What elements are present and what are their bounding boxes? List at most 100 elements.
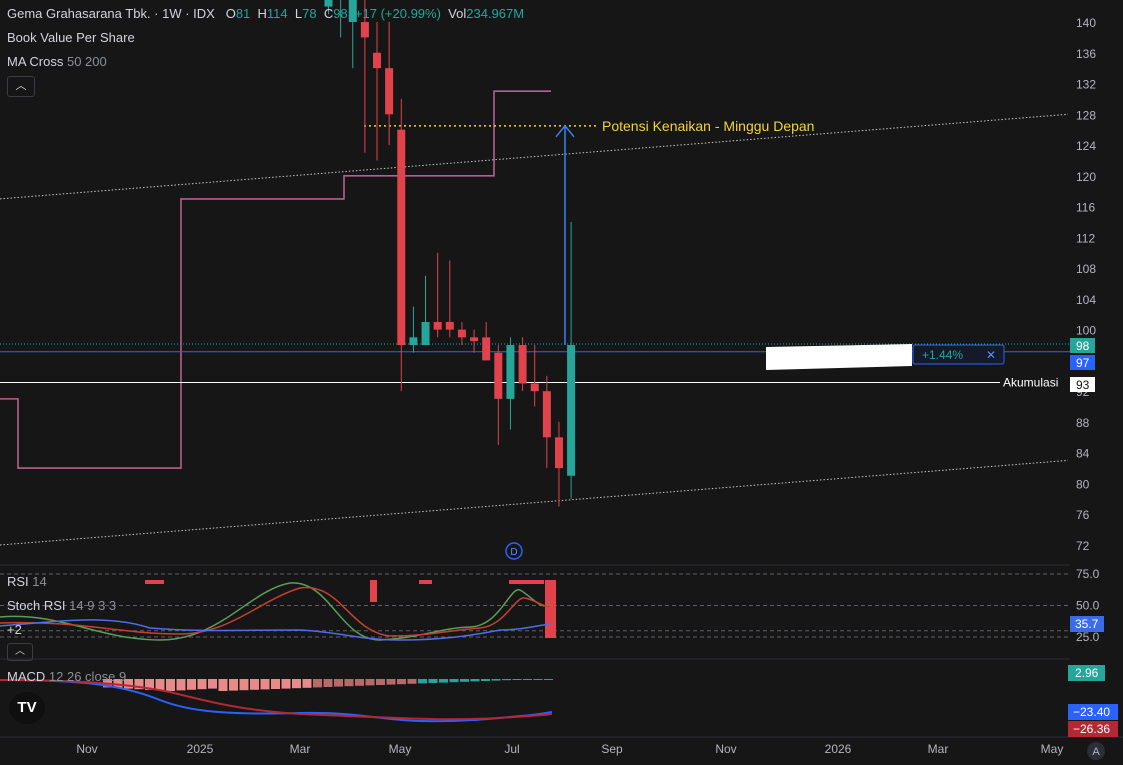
candle-body — [530, 383, 539, 392]
indicator-stoch-rsi[interactable]: Stoch RSI 14 9 3 3 — [7, 598, 116, 613]
macd-hist-bar — [376, 679, 385, 685]
time-tick-label: May — [1041, 742, 1064, 756]
rsi-bar — [150, 580, 157, 584]
signal-badge: −26.36 — [1073, 722, 1110, 736]
macd-hist-bar — [365, 679, 375, 686]
time-tick-label: Jul — [504, 742, 519, 756]
candle-body — [567, 345, 576, 476]
indicator-macd[interactable]: MACD 12 26 close 9 — [7, 669, 126, 684]
close-label: C — [323, 6, 334, 21]
stoch-params: 14 9 3 3 — [69, 598, 117, 613]
candle-body — [518, 345, 527, 384]
collapse-legend-button[interactable]: ︿ — [7, 76, 35, 97]
macd-hist-bar — [302, 679, 312, 688]
macd-hist-bar — [229, 679, 238, 691]
macd-hist-bar — [470, 679, 480, 682]
macd-hist-bar — [239, 679, 249, 691]
candle-body — [470, 337, 479, 342]
rsi-bar — [370, 580, 377, 602]
macd-hist-bar — [334, 679, 343, 687]
vol-label: Vol — [448, 6, 467, 21]
measure-close-icon: ✕ — [986, 348, 996, 362]
macd-hist-bar — [502, 679, 511, 681]
macd-hist-bar — [418, 679, 427, 684]
osc-tick-label: 50.0 — [1076, 599, 1100, 613]
rsi-bar — [530, 580, 537, 584]
rsi-params: 14 — [32, 574, 47, 589]
indicator-ma-cross[interactable]: MA Cross 50 200 — [7, 54, 107, 69]
macd-hist-bar — [407, 679, 417, 684]
macd-hist-bar — [197, 679, 207, 690]
time-tick-label: Nov — [715, 742, 736, 756]
close-value: 98 — [333, 6, 348, 21]
macd-hist-bar — [344, 679, 354, 687]
time-tick-label: Sep — [601, 742, 623, 756]
open-label: O — [225, 6, 236, 21]
macd-hist-badge: 2.96 — [1075, 666, 1099, 680]
macd-hist-bar — [428, 679, 438, 683]
akumulasi-price-badge: 93 — [1076, 378, 1090, 392]
low-value: 78 — [302, 6, 317, 21]
high-value: 114 — [266, 6, 288, 21]
osc-tick-label: 25.0 — [1076, 630, 1100, 644]
rsi-label: RSI — [7, 574, 29, 589]
price-tick-label: 80 — [1076, 477, 1090, 491]
time-tick-label: Mar — [928, 742, 949, 756]
macd-hist-bar — [544, 679, 553, 680]
dividend-marker-label: D — [510, 547, 517, 558]
vol-value: 234.967M — [466, 6, 525, 21]
tradingview-logo-icon[interactable]: TV — [9, 692, 45, 724]
osc-tick-label: 75.0 — [1076, 567, 1100, 581]
bvps-step-line — [0, 90, 551, 469]
macd-params: 12 26 close 9 — [48, 669, 127, 684]
macd-hist-bar — [166, 679, 175, 691]
price-tick-label: 108 — [1076, 262, 1096, 276]
candle-body — [554, 437, 563, 469]
symbol-title[interactable]: Gema Grahasarana Tbk. · 1W · IDX — [7, 6, 215, 21]
price-tick-label: 116 — [1076, 201, 1095, 215]
price-tick-label: 120 — [1076, 170, 1096, 184]
indicator-rsi[interactable]: RSI 14 — [7, 574, 47, 589]
rsi-bar — [516, 580, 523, 584]
ma-cross-params: 50 200 — [66, 54, 107, 69]
more-indicators[interactable]: +2 — [7, 622, 22, 637]
trendline-lower — [0, 459, 1069, 546]
macd-hist-bar — [176, 679, 186, 691]
candle-body — [409, 337, 418, 346]
price-tick-label: 136 — [1076, 47, 1096, 61]
bvps-label: Book Value Per Share — [7, 30, 135, 45]
chevron-up-icon: ︿ — [15, 80, 27, 92]
chart-canvas[interactable]: 1401361321281241201161121081041009692888… — [0, 0, 1123, 765]
price-tick-label: 88 — [1076, 416, 1090, 430]
candle-body — [385, 68, 394, 115]
macd-hist-bar — [523, 679, 532, 680]
candle-body — [542, 391, 551, 438]
macd-hist-bar — [491, 679, 501, 681]
price-tick-label: 72 — [1076, 539, 1090, 553]
stoch-badge: 35.7 — [1075, 617, 1099, 631]
price-tick-label: 76 — [1076, 508, 1090, 522]
chevron-up-icon: ︿ — [15, 646, 25, 657]
target-label: Potensi Kenaikan - Minggu Depan — [602, 118, 814, 134]
macd-line-badge: −23.40 — [1073, 705, 1110, 719]
candle-body — [506, 345, 515, 399]
macd-hist-bar — [397, 679, 406, 685]
macd-hist-bar — [355, 679, 364, 686]
time-tick-label: 2026 — [825, 742, 852, 756]
macd-hist-bar — [292, 679, 301, 689]
macd-hist-bar — [250, 679, 259, 690]
candle-body — [397, 129, 406, 346]
macd-hist-bar — [439, 679, 448, 683]
macd-hist-bar — [313, 679, 322, 688]
macd-hist-bar — [512, 679, 522, 680]
symbol-legend: Gema Grahasarana Tbk. · 1W · IDX O81 H11… — [7, 6, 524, 21]
macd-hist-bar — [281, 679, 291, 689]
indicator-bvps[interactable]: Book Value Per Share — [7, 30, 135, 45]
macd-hist-bar — [218, 679, 228, 691]
collapse-pane-button[interactable]: ︿ — [7, 643, 33, 661]
macd-hist-bar — [271, 679, 280, 689]
time-tick-label: May — [389, 742, 412, 756]
macd-hist-bar — [208, 679, 217, 689]
open-value: 81 — [235, 6, 251, 21]
price-tick-label: 100 — [1076, 324, 1096, 338]
